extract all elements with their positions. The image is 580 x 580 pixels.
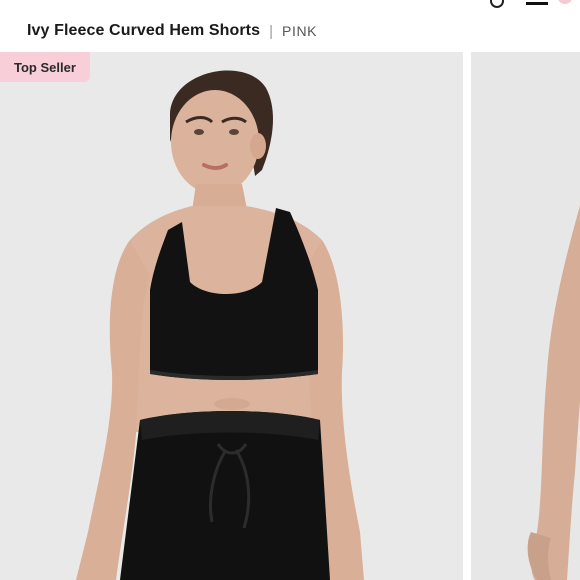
- product-title[interactable]: Ivy Fleece Curved Hem Shorts: [27, 22, 260, 40]
- brand-name[interactable]: PINK: [282, 23, 317, 39]
- product-header: Ivy Fleece Curved Hem Shorts | PINK: [27, 20, 317, 42]
- bag-icon[interactable]: [526, 0, 548, 5]
- product-photo-main[interactable]: Top Seller: [0, 52, 463, 580]
- title-separator: |: [269, 22, 274, 40]
- next-photo-illustration: [527, 205, 580, 580]
- product-photo-next[interactable]: [471, 52, 580, 580]
- top-toolbar-cropped: [0, 0, 580, 8]
- search-icon[interactable]: [490, 0, 504, 8]
- image-gallery[interactable]: Top Seller: [0, 52, 580, 580]
- model-photo-illustration: [76, 70, 364, 580]
- cart-count-icon[interactable]: [558, 0, 572, 4]
- top-seller-badge: Top Seller: [0, 52, 90, 82]
